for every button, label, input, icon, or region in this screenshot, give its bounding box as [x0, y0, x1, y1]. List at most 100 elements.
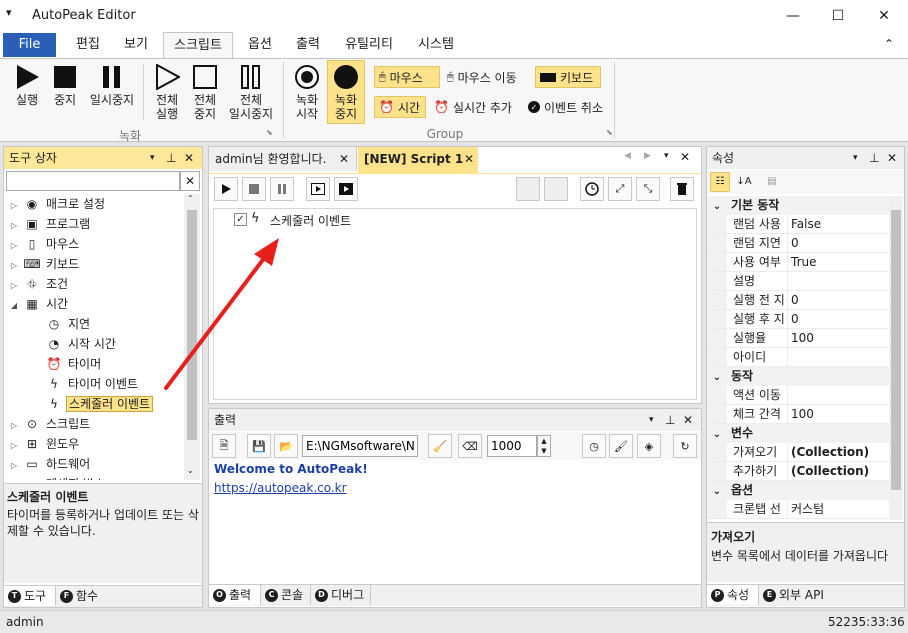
delete-icon[interactable]	[670, 177, 694, 201]
tree-expander-icon[interactable]: ▷	[6, 216, 22, 236]
tree-item[interactable]: ϟ 타이머 이벤트	[6, 374, 184, 394]
path-input[interactable]	[302, 435, 418, 457]
tree-expander-icon[interactable]: ▷	[6, 456, 22, 476]
keyboard-toggle[interactable]: 키보드	[535, 66, 601, 88]
stop-all-button[interactable]: 전체 중지	[186, 64, 224, 121]
chevron-down-icon[interactable]: ⌄	[707, 482, 727, 501]
collapse-ribbon-icon[interactable]: ⌃	[884, 37, 894, 51]
count-input[interactable]	[487, 435, 537, 457]
file-menu[interactable]: File	[3, 33, 56, 57]
pane-close-icon[interactable]: ✕	[683, 409, 693, 431]
property-scrollbar[interactable]	[889, 196, 903, 520]
record-start-button[interactable]: 녹화 시작	[289, 64, 325, 121]
tree-expander-icon[interactable]: ▷	[6, 236, 22, 256]
property-row[interactable]: 아이디	[707, 348, 889, 367]
tab-scroll-left-icon[interactable]: ◀	[624, 151, 631, 161]
pane-close-icon[interactable]: ✕	[887, 147, 897, 169]
tree-item[interactable]: ◔ 시작 시간	[6, 334, 184, 354]
tree-item[interactable]: ▷ ▭ 하드웨어	[6, 454, 184, 474]
tree-item[interactable]: ▷▤ 메세지 박스	[6, 474, 184, 480]
property-category[interactable]: ⌄ 동작	[707, 367, 889, 386]
run-all-button[interactable]: 전체 실행	[148, 63, 186, 121]
tab-output[interactable]: O 출력	[209, 585, 261, 605]
tree-item[interactable]: ▷ ◉ 매크로 설정	[6, 194, 184, 214]
run-button[interactable]: 실행	[8, 64, 46, 107]
tab-external-api[interactable]: E 외부 API	[759, 585, 831, 605]
pane-menu-icon[interactable]: ▾	[649, 409, 654, 431]
tree-item[interactable]: ▷ ⛗ 조건	[6, 274, 184, 294]
sort-alpha-icon[interactable]: ↓A	[734, 172, 754, 192]
tree-item[interactable]: ◢ ▦ 시간	[6, 294, 184, 314]
pane-menu-icon[interactable]: ▾	[853, 147, 858, 169]
editor-close-icon[interactable]: ✕	[680, 150, 690, 164]
property-value[interactable]	[788, 348, 791, 366]
save-icon[interactable]: 💾	[247, 434, 271, 458]
property-value[interactable]	[788, 386, 791, 404]
brush-icon[interactable]: 🖌	[609, 434, 633, 458]
property-pages-icon[interactable]: ▤	[762, 172, 782, 192]
minimize-button[interactable]: —	[770, 0, 816, 32]
script-item-label[interactable]: 스케줄러 이벤트	[270, 212, 351, 229]
pin-icon[interactable]: ⊥	[166, 147, 176, 169]
tab-console[interactable]: C 콘솔	[261, 585, 311, 605]
categorized-icon[interactable]: ☷	[710, 172, 730, 192]
website-link[interactable]: https://autopeak.co.kr	[214, 481, 347, 495]
tab-welcome[interactable]: admin님 환영합니다. ✕	[209, 147, 357, 171]
system-menu-icon[interactable]: ▾	[6, 6, 12, 19]
property-value[interactable]: 100	[788, 329, 814, 347]
eraser-icon[interactable]: ⌫	[458, 434, 482, 458]
fill-bucket-icon[interactable]: ◈	[637, 434, 661, 458]
tree-expander-icon[interactable]: ▷	[6, 196, 22, 216]
collapse-icon[interactable]: ⤡	[636, 177, 660, 201]
mouse-move-toggle[interactable]: 🖱 마우스 이동	[443, 66, 533, 88]
tree-item[interactable]: ▷ ⊞ 윈도우	[6, 434, 184, 454]
clock-icon[interactable]: ◷	[582, 434, 606, 458]
tree-expander-icon[interactable]: ◢	[6, 296, 22, 316]
menu-view[interactable]: 보기	[114, 32, 158, 58]
menu-system[interactable]: 시스템	[408, 32, 464, 58]
tree-item[interactable]: ▷ ▣ 프로그램	[6, 214, 184, 234]
maximize-button[interactable]: ☐	[815, 0, 861, 32]
tab-close-icon[interactable]: ✕	[339, 147, 349, 171]
menu-options[interactable]: 옵션	[238, 32, 282, 58]
property-row[interactable]: 실행 전 지0	[707, 291, 889, 310]
property-value[interactable]: 0	[788, 234, 799, 252]
tree-expander-icon[interactable]: ▷	[6, 416, 22, 436]
pin-icon[interactable]: ⊥	[665, 409, 675, 431]
pause-all-button[interactable]: 전체 일시중지	[224, 64, 278, 121]
property-value[interactable]: (Collection)	[788, 462, 869, 480]
editor-blank-button[interactable]	[516, 177, 540, 201]
property-row[interactable]: 크론탭 선 커스텀	[707, 500, 889, 519]
script-item-checkbox[interactable]: ✓	[234, 213, 247, 226]
count-stepper[interactable]: ▲ ▼	[537, 435, 551, 457]
editor-blank-button[interactable]	[544, 177, 568, 201]
tree-item[interactable]: ▷ ⊙ 스크립트	[6, 414, 184, 434]
pane-menu-icon[interactable]: ▾	[150, 147, 155, 169]
scroll-down-icon[interactable]: ⌄	[187, 466, 194, 475]
property-value[interactable]	[788, 272, 791, 290]
tab-properties[interactable]: P 속성	[707, 585, 759, 605]
tab-close-icon[interactable]: ✕	[464, 147, 474, 171]
property-row[interactable]: 사용 여부 True	[707, 253, 889, 272]
tab-script1[interactable]: [NEW] Script 1 ✕	[358, 147, 478, 173]
search-clear-button[interactable]: ✕	[180, 171, 200, 191]
tab-functions[interactable]: F 함수	[56, 586, 108, 606]
tab-list-icon[interactable]: ▾	[664, 151, 669, 161]
refresh-icon[interactable]: ↻	[673, 434, 697, 458]
tab-scroll-right-icon[interactable]: ▶	[644, 151, 651, 161]
tree-expander-icon[interactable]: ▷	[6, 276, 22, 296]
tree-item[interactable]: ◷ 지연	[6, 314, 184, 334]
property-row[interactable]: 추가하기 (Collection)	[707, 462, 889, 481]
property-row[interactable]: 체크 간격 100	[707, 405, 889, 424]
property-row[interactable]: 액션 이동	[707, 386, 889, 405]
property-category[interactable]: ⌄ 옵션	[707, 481, 889, 500]
event-cancel-button[interactable]: ✓ 이벤트 취소	[524, 96, 614, 118]
property-row[interactable]: 실행율 100	[707, 329, 889, 348]
tree-expander-icon[interactable]: ▷	[6, 476, 22, 480]
tab-debug[interactable]: D 디버그	[311, 585, 371, 605]
tree-item[interactable]: ⏰ 타이머	[6, 354, 184, 374]
folder-icon[interactable]: 📂	[274, 434, 298, 458]
editor-run-button[interactable]	[214, 177, 238, 201]
toolbox-scrollbar[interactable]: ⌃ ⌄	[184, 194, 200, 480]
tree-expander-icon[interactable]: ▷	[6, 256, 22, 276]
